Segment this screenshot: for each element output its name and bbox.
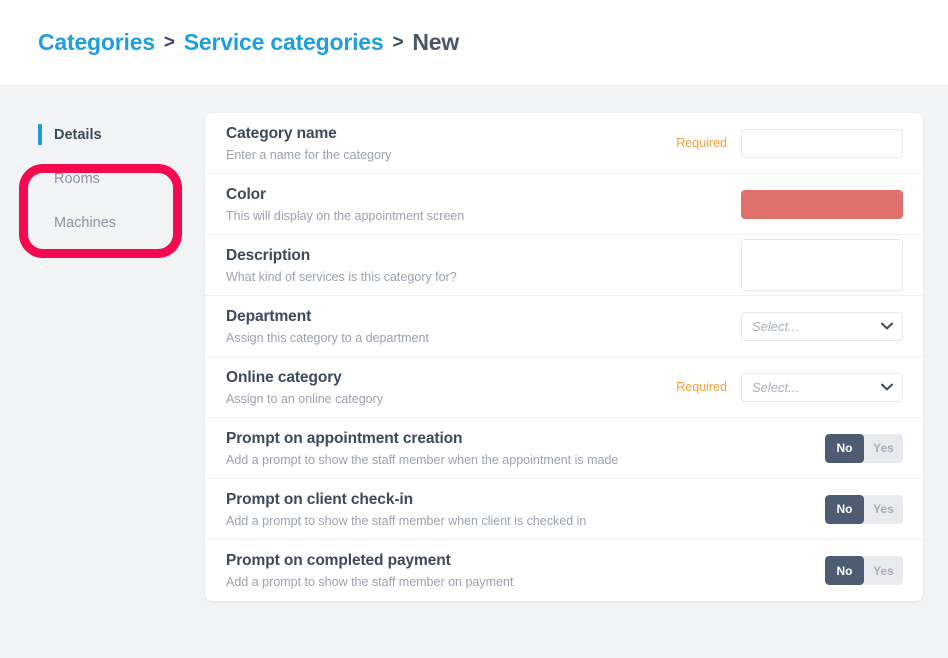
online-category-select[interactable]: Select... — [741, 372, 903, 402]
form-row-label: Department — [226, 307, 312, 325]
description-textarea[interactable] — [741, 239, 903, 291]
form-row-description: This will display on the appointment scr… — [226, 208, 465, 223]
chevron-down-icon — [881, 378, 893, 396]
prompt-appointment-creation-toggle[interactable]: No Yes — [825, 433, 903, 463]
sidebar: Details Rooms Machines — [0, 113, 205, 258]
form-row-text: Online category Assign to an online cate… — [226, 358, 676, 417]
details-form-card: Category name Enter a name for the categ… — [205, 113, 923, 601]
form-row-text: Prompt on appointment creation Add a pro… — [226, 419, 825, 478]
sidebar-item-machines[interactable]: Machines — [38, 201, 205, 245]
toggle-option-yes[interactable]: Yes — [864, 433, 903, 463]
form-row-text: Description What kind of services is thi… — [226, 236, 741, 295]
form-row-description: Assign this category to a department — [226, 330, 429, 345]
form-row-control: Select... — [741, 311, 903, 341]
form-row-color: Color This will display on the appointme… — [205, 174, 923, 235]
sidebar-item-label: Details — [54, 127, 102, 143]
form-row-text: Category name Enter a name for the categ… — [226, 114, 676, 173]
form-row-text: Department Assign this category to a dep… — [226, 297, 741, 356]
form-row-text: Color This will display on the appointme… — [226, 175, 741, 234]
sidebar-item-rooms[interactable]: Rooms — [38, 157, 205, 201]
form-row-prompt-client-checkin: Prompt on client check-in Add a prompt t… — [205, 479, 923, 540]
form-row-label: Category name — [226, 124, 337, 142]
color-swatch-button[interactable] — [741, 189, 903, 219]
form-row-prompt-appointment-creation: Prompt on appointment creation Add a pro… — [205, 418, 923, 479]
form-row-online-category: Online category Assign to an online cate… — [205, 357, 923, 418]
form-row-control — [741, 189, 903, 219]
category-name-input[interactable] — [741, 128, 903, 158]
toggle-option-yes[interactable]: Yes — [864, 494, 903, 524]
form-row-description: Add a prompt to show the staff member wh… — [226, 452, 619, 467]
form-row-prompt-completed-payment: Prompt on completed payment Add a prompt… — [205, 540, 923, 601]
required-badge: Required — [676, 136, 727, 150]
page-body: Details Rooms Machines Category name Ent… — [0, 85, 948, 601]
sidebar-item-label: Rooms — [54, 171, 100, 187]
select-value: Select... — [752, 379, 799, 395]
breadcrumb-separator-icon: > — [392, 31, 404, 53]
form-row-text: Prompt on client check-in Add a prompt t… — [226, 480, 825, 539]
form-row-control: No Yes — [825, 433, 903, 463]
chevron-down-icon — [881, 317, 893, 335]
sidebar-item-details[interactable]: Details — [38, 113, 205, 157]
form-row-department: Department Assign this category to a dep… — [205, 296, 923, 357]
department-select[interactable]: Select... — [741, 311, 903, 341]
required-badge: Required — [676, 380, 727, 394]
select-value: Select... — [752, 318, 799, 334]
form-row-control: Required Select... — [676, 372, 903, 402]
toggle-option-yes[interactable]: Yes — [864, 556, 903, 585]
form-row-description: Enter a name for the category — [226, 147, 392, 162]
form-row-label: Prompt on appointment creation — [226, 429, 463, 447]
breadcrumb-item-new: New — [412, 29, 460, 55]
form-row-description: What kind of services is this category f… — [226, 269, 457, 284]
form-row-control — [741, 239, 903, 291]
form-row-control: No Yes — [825, 494, 903, 524]
toggle-option-no[interactable]: No — [825, 433, 864, 463]
form-row-label: Description — [226, 246, 311, 264]
form-row-label: Color — [226, 185, 266, 203]
toggle-option-no[interactable]: No — [825, 494, 864, 524]
page-header: Categories > Service categories > New — [0, 0, 948, 85]
prompt-completed-payment-toggle[interactable]: No Yes — [825, 556, 903, 585]
form-row-label: Prompt on client check-in — [226, 490, 413, 508]
form-row-label: Prompt on completed payment — [226, 552, 451, 569]
breadcrumb-separator-icon: > — [163, 31, 175, 53]
form-row-description-field: Description What kind of services is thi… — [205, 235, 923, 296]
form-row-label: Online category — [226, 368, 342, 386]
form-row-description: Add a prompt to show the staff member on… — [226, 575, 514, 589]
prompt-client-checkin-toggle[interactable]: No Yes — [825, 494, 903, 524]
form-row-category-name: Category name Enter a name for the categ… — [205, 113, 923, 174]
form-row-control: Required — [676, 128, 903, 158]
breadcrumb: Categories > Service categories > New — [38, 29, 459, 56]
breadcrumb-item-categories[interactable]: Categories — [38, 29, 155, 56]
breadcrumb-item-service-categories[interactable]: Service categories — [184, 29, 384, 56]
form-row-description: Assign to an online category — [226, 391, 384, 406]
sidebar-item-label: Machines — [54, 215, 117, 231]
form-row-text: Prompt on completed payment Add a prompt… — [226, 541, 825, 600]
form-row-control: No Yes — [825, 556, 903, 585]
form-card-wrapper: Category name Enter a name for the categ… — [205, 113, 948, 601]
form-row-description: Add a prompt to show the staff member wh… — [226, 513, 587, 528]
toggle-option-no[interactable]: No — [825, 556, 864, 585]
